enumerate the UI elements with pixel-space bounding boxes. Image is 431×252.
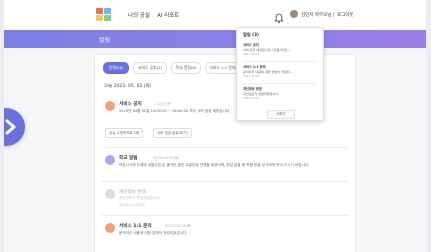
dropdown-title: 알림 (3) <box>243 32 259 37</box>
item-time: 2023.04.13(화) <box>165 223 192 228</box>
next-arrow-button[interactable] <box>4 108 25 146</box>
nav-link-ai-report[interactable]: AI 리포트 <box>157 11 179 19</box>
dropdown-item[interactable]: 서비스 공지 서버 점검 예정입니다. 04월 02일 ... 2023.04.… <box>243 42 317 58</box>
item-body: 보본니가에 인쇄에 계발사업 온 출석인 중인 요일인에 전체할 예정이며, 부… <box>119 163 310 167</box>
dropdown-item-date: 2023.04.03 <box>243 96 260 100</box>
app-window: 나의 공실 AI 리포트 김민지 학부모님 로그아웃 알림 전체(26) 서비스… <box>4 0 426 252</box>
dropdown-item[interactable]: 개인정보 변경 개인정보가 변경되었습니다. 2023.04.03 <box>243 86 317 102</box>
chat-icon <box>105 223 115 233</box>
chevron-right-icon <box>5 119 16 135</box>
logo[interactable] <box>96 8 112 22</box>
divider <box>243 61 317 62</box>
divider <box>101 215 349 216</box>
top-nav: 나의 공실 AI 리포트 김민지 학부모님 로그아웃 <box>4 0 426 31</box>
dropdown-item-date: 2023.04.03 <box>243 52 260 56</box>
notification-dropdown: 알림 (3) 서비스 공지 서버 점검 예정입니다. 04월 02일 ... 2… <box>236 27 324 121</box>
school-icon <box>105 155 115 165</box>
item-title: 개인정보 변경 <box>119 190 146 195</box>
nav-link-my-room[interactable]: 나의 공실 <box>128 11 150 19</box>
bell-icon[interactable] <box>274 9 284 24</box>
tab-service-notice[interactable]: 서비스 공지(2) <box>133 62 167 74</box>
dropdown-item-date: 2023.04.03 <box>243 74 260 78</box>
item-time: 2023.04.03(화) <box>153 155 180 160</box>
dropdown-item[interactable]: 서비스 1:1 문의 문의하신 내용에 대한 답변이 작성되... 2023.0… <box>243 64 317 80</box>
date-header: 오늘 2023. 05. 02 (화) <box>104 84 152 89</box>
item-body: 2023년 04월 02일 14:00:00 ~ 16:00:00 까지 서버 … <box>119 109 231 113</box>
list-item[interactable]: 개인정보 변경 2023.04.04(토) 개인정보가 변경되었습니다. <box>101 187 349 211</box>
user-icon <box>105 189 115 199</box>
tab-school-alert[interactable]: 학교 알림(6) <box>171 62 201 74</box>
item-time: 2023.04.04(토) <box>119 203 146 207</box>
tag-chip[interactable]: 공실 고정학프로그램 <box>105 128 144 138</box>
divider <box>243 83 317 84</box>
list-item[interactable]: 학교 알림 2023.04.03(화) 보본니가에 인쇄에 계발사업 온 출석인… <box>101 153 349 177</box>
list-item[interactable]: 서비스 1:1 문의 2023.04.13(화) 문의하신 내용에 대한 답변이… <box>101 221 349 245</box>
divider <box>101 147 349 148</box>
more-button[interactable]: 더보기 <box>267 110 295 119</box>
nav-divider <box>333 12 334 17</box>
item-title: 서비스 1:1 문의 <box>119 224 152 229</box>
tag-chip[interactable]: 서버 점검 완료(보기) <box>153 128 192 138</box>
item-title: 서비스 공지 <box>119 102 142 107</box>
item-body: 문의하신 내용에 대한 답변이 작성되었습니다. <box>119 231 188 235</box>
header-band: 알림 <box>4 30 426 48</box>
megaphone-icon <box>105 101 115 111</box>
divider <box>101 181 349 182</box>
item-title: 학교 알림 <box>119 156 138 161</box>
avatar[interactable] <box>290 10 298 18</box>
page-title: 알림 <box>99 37 111 44</box>
logout-link[interactable]: 로그아웃 <box>337 12 354 18</box>
item-body: 개인정보가 변경되었습니다. <box>119 196 161 200</box>
user-name-label[interactable]: 김민지 학부모님 <box>301 12 331 18</box>
tab-all[interactable]: 전체(26) <box>103 62 129 74</box>
item-time: 1시간 전 <box>157 101 171 106</box>
